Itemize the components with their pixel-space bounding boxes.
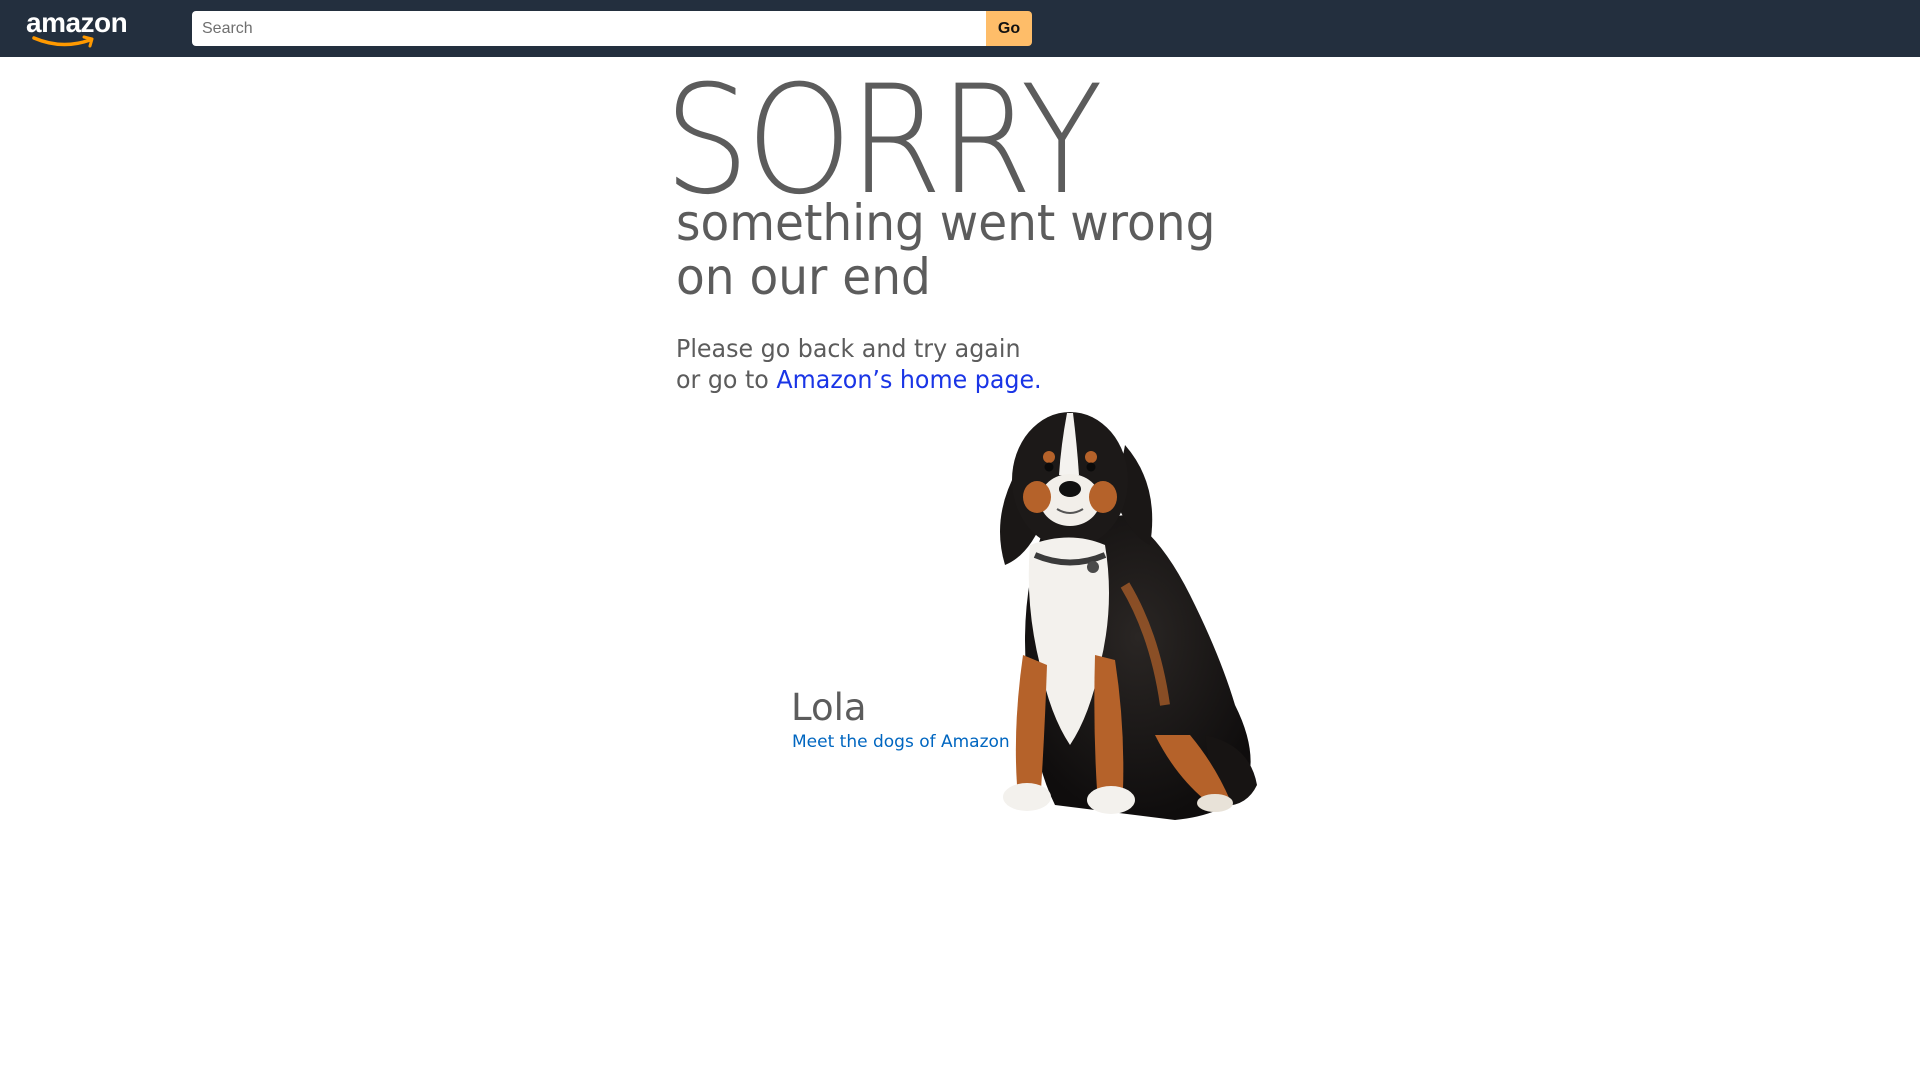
dog-photo <box>1000 412 1257 820</box>
search-form: Go <box>192 11 1032 46</box>
message-line-2-prefix: or go to <box>676 365 777 394</box>
message-line-2: or go to Amazon’s home page. <box>676 364 1042 395</box>
go-button[interactable]: Go <box>986 11 1032 46</box>
dog-name: Lola <box>791 686 867 729</box>
error-subtitle: something went wrong on our end <box>676 196 1215 304</box>
search-input[interactable] <box>192 11 986 46</box>
smile-arrow-icon <box>32 35 94 48</box>
message-line-1: Please go back and try again <box>676 334 1021 363</box>
amazon-logo[interactable]: amazon <box>26 8 130 48</box>
error-message: Please go back and try again or go to Am… <box>676 333 1042 395</box>
subtitle-line-1: something went wrong <box>676 194 1216 252</box>
top-nav-bar: amazon Go <box>0 0 1920 57</box>
subtitle-line-2: on our end <box>676 248 931 306</box>
home-page-link[interactable]: Amazon’s home page. <box>776 365 1041 394</box>
